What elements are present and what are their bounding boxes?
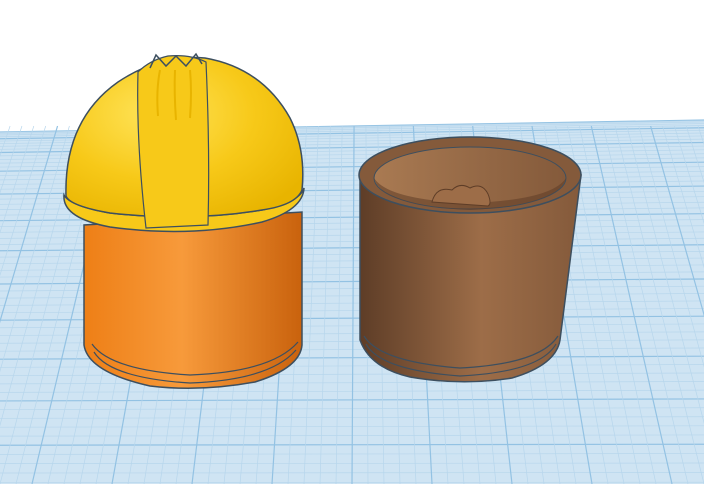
helmet-ridge bbox=[137, 55, 210, 229]
hard-hat-figure[interactable] bbox=[63, 52, 305, 389]
3d-workplane-viewport[interactable] bbox=[0, 0, 704, 484]
helmet-ridge-groove-right bbox=[189, 69, 192, 119]
scene-svg bbox=[0, 52, 704, 484]
brown-cup[interactable] bbox=[358, 136, 582, 383]
